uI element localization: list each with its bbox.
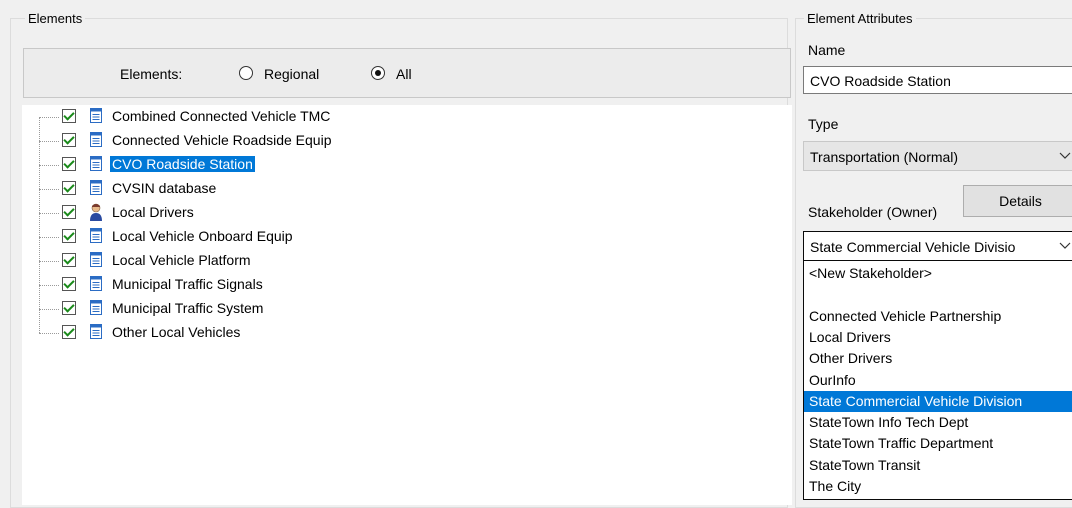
regional-radio[interactable] (239, 66, 253, 80)
name-input[interactable]: CVO Roadside Station (803, 66, 1072, 94)
tree-connector (39, 261, 59, 262)
tree-item-checkbox[interactable] (62, 301, 76, 315)
stakeholder-option[interactable]: StateTown Info Tech Dept (804, 412, 1072, 433)
elements-filter-panel: Elements: Regional All (23, 48, 791, 98)
tree-item-label[interactable]: Connected Vehicle Roadside Equip (110, 132, 334, 148)
tree-connector (39, 165, 59, 166)
stakeholder-option[interactable]: StateTown Traffic Department (804, 433, 1072, 454)
regional-radio-label[interactable]: Regional (264, 66, 319, 82)
all-radio[interactable] (371, 66, 385, 80)
chevron-down-icon (1059, 152, 1071, 159)
all-radio-label[interactable]: All (396, 66, 412, 82)
document-icon (90, 180, 102, 195)
stakeholder-label: Stakeholder (Owner) (808, 204, 938, 220)
tree-item-checkbox[interactable] (62, 157, 76, 171)
tree-item-label[interactable]: Municipal Traffic Signals (110, 276, 265, 292)
tree-item-label[interactable]: Local Vehicle Onboard Equip (110, 228, 295, 244)
document-icon (90, 252, 102, 267)
chevron-down-icon (1059, 242, 1071, 249)
name-label: Name (808, 42, 846, 58)
tree-item-label[interactable]: CVO Roadside Station (110, 156, 255, 172)
tree-item[interactable]: Municipal Traffic System (22, 297, 442, 321)
tree-connector (39, 237, 59, 238)
stakeholder-option[interactable]: StateTown Transit (804, 455, 1072, 476)
tree-item-checkbox[interactable] (62, 277, 76, 291)
tree-connector (39, 189, 59, 190)
tree-item[interactable]: Local Vehicle Onboard Equip (22, 225, 442, 249)
tree-connector (39, 285, 59, 286)
tree-item-checkbox[interactable] (62, 109, 76, 123)
person-icon (90, 203, 102, 221)
document-icon (90, 276, 102, 291)
stakeholder-option[interactable]: Other Drivers (804, 348, 1072, 369)
tree-connector (39, 213, 59, 214)
tree-item-checkbox[interactable] (62, 325, 76, 339)
document-icon (90, 324, 102, 339)
tree-item[interactable]: CVO Roadside Station (22, 153, 442, 177)
tree-item-label[interactable]: Local Vehicle Platform (110, 252, 253, 268)
tree-item-checkbox[interactable] (62, 205, 76, 219)
details-button[interactable]: Details (963, 185, 1072, 217)
tree-item[interactable]: Connected Vehicle Roadside Equip (22, 129, 442, 153)
tree-connector (39, 141, 59, 142)
tree-item-label[interactable]: Local Drivers (110, 204, 196, 220)
tree-connector (39, 333, 59, 334)
document-icon (90, 300, 102, 315)
tree-item[interactable]: Local Vehicle Platform (22, 249, 442, 273)
elements-group-title: Elements (25, 11, 86, 26)
stakeholder-option[interactable]: <New Stakeholder> (804, 263, 1072, 284)
stakeholder-option[interactable] (804, 284, 1072, 305)
document-icon (90, 132, 102, 147)
type-select-value: Transportation (Normal) (810, 149, 959, 165)
tree-item-label[interactable]: Combined Connected Vehicle TMC (110, 108, 332, 124)
elements-tree[interactable]: Combined Connected Vehicle TMC Connected … (22, 105, 792, 505)
tree-item[interactable]: CVSIN database (22, 177, 442, 201)
document-icon (90, 228, 102, 243)
type-select[interactable]: Transportation (Normal) (803, 141, 1072, 171)
tree-item[interactable]: Local Drivers (22, 201, 442, 225)
tree-item-label[interactable]: Other Local Vehicles (110, 324, 242, 340)
element-attributes-title: Element Attributes (804, 11, 916, 26)
stakeholder-dropdown-list[interactable]: <New Stakeholder> Connected Vehicle Partn… (803, 261, 1072, 500)
stakeholder-option[interactable]: Local Drivers (804, 327, 1072, 348)
tree-item-checkbox[interactable] (62, 181, 76, 195)
type-label: Type (808, 116, 839, 132)
tree-connector (39, 117, 59, 118)
tree-item-label[interactable]: Municipal Traffic System (110, 300, 265, 316)
tree-connector (39, 309, 59, 310)
stakeholder-select[interactable]: State Commercial Vehicle Divisio (803, 231, 1072, 261)
tree-item-checkbox[interactable] (62, 229, 76, 243)
tree-item-label[interactable]: CVSIN database (110, 180, 218, 196)
tree-item[interactable]: Other Local Vehicles (22, 321, 442, 345)
tree-item[interactable]: Municipal Traffic Signals (22, 273, 442, 297)
stakeholder-option[interactable]: The City (804, 476, 1072, 497)
stakeholder-option[interactable]: Connected Vehicle Partnership (804, 306, 1072, 327)
stakeholder-option[interactable]: State Commercial Vehicle Division (804, 390, 1072, 412)
document-icon (90, 156, 102, 171)
stakeholder-select-value: State Commercial Vehicle Divisio (810, 239, 1016, 255)
tree-item-checkbox[interactable] (62, 133, 76, 147)
tree-item-checkbox[interactable] (62, 253, 76, 267)
elements-filter-label: Elements: (120, 66, 183, 82)
tree-item[interactable]: Combined Connected Vehicle TMC (22, 105, 442, 129)
stakeholder-option[interactable]: OurInfo (804, 370, 1072, 391)
document-icon (90, 108, 102, 123)
